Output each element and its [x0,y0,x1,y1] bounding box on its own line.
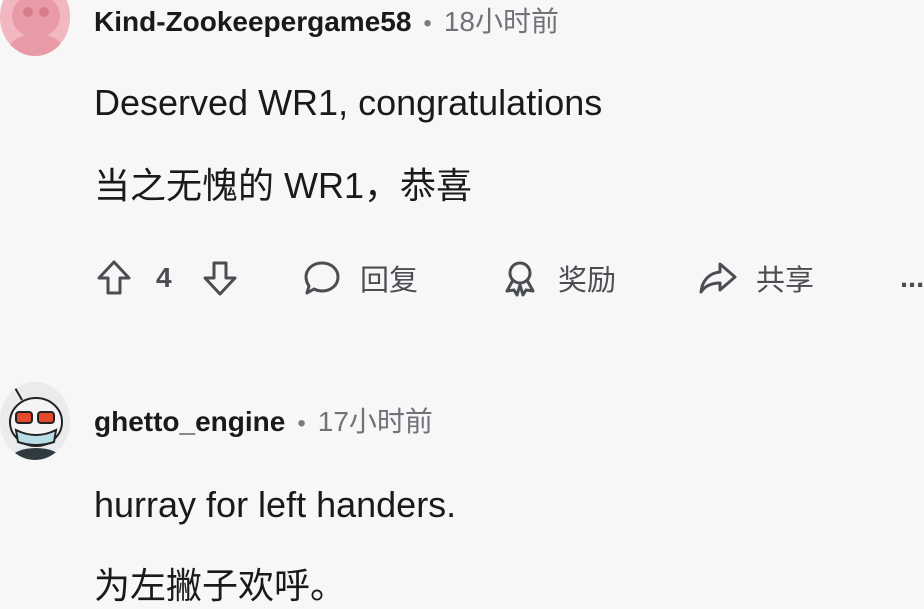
downvote-button[interactable] [200,252,240,304]
comment-translation: 为左撇子欢呼。 [94,565,347,606]
arrow-down-icon [203,261,237,296]
timestamp: 17小时前 [317,406,433,437]
timestamp: 18小时前 [443,6,559,37]
comment-meta: ghetto_engine • 17小时前 [94,400,433,440]
user-avatar[interactable] [0,0,70,56]
reply-label: 回复 [360,265,419,297]
reply-button[interactable]: 回复 [302,252,418,304]
share-button[interactable]: 共享 [698,252,814,304]
comment-meta: Kind-Zookeepergame58 • 18小时前 [94,0,559,40]
arrow-up-icon [97,260,131,295]
meta-separator: • [423,10,432,37]
snoo-avatar-icon [0,382,70,460]
award-label: 奖励 [558,265,617,297]
award-button[interactable]: 奖励 [500,252,616,304]
speech-bubble-icon [304,261,340,295]
comment-action-bar: 4 回复 奖励 共享 ... [94,252,924,304]
comment-body: hurray for left handers. [94,484,457,525]
user-avatar[interactable] [0,382,70,460]
upvote-button[interactable] [94,252,134,304]
meta-separator: • [297,410,306,437]
share-label: 共享 [756,265,815,297]
username-link[interactable]: ghetto_engine [94,406,285,438]
more-options-button[interactable]: ... [900,252,924,304]
snoo-avatar-icon [0,0,70,56]
share-arrow-icon [699,262,737,294]
vote-count: 4 [156,262,172,293]
award-ribbon-icon [505,261,535,297]
username-link[interactable]: Kind-Zookeepergame58 [94,6,411,38]
comment-translation: 当之无愧的 WR1，恭喜 [94,165,473,206]
comment-body: Deserved WR1, congratulations [94,82,603,123]
more-dots-icon: ... [900,261,924,294]
